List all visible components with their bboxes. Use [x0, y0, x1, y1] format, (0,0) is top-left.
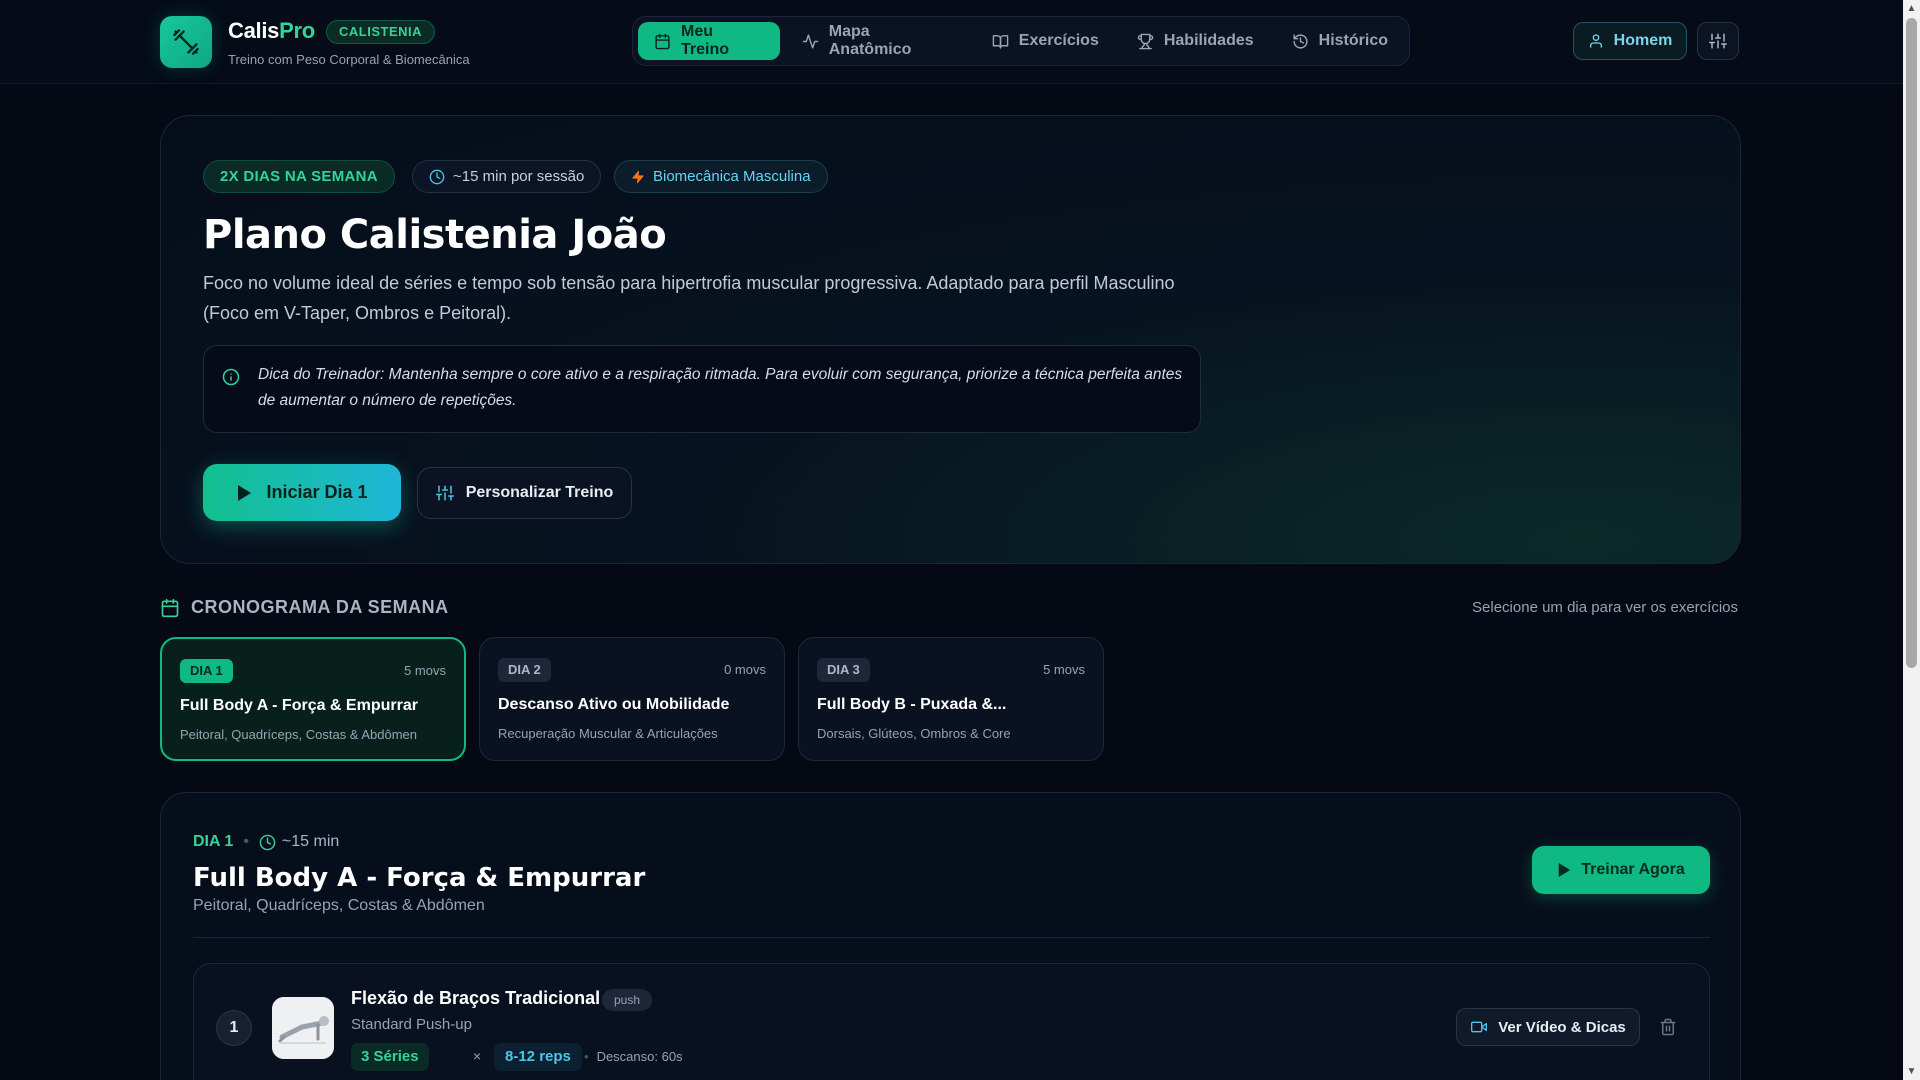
separator-dot: •: [584, 1049, 589, 1064]
separator-dot: •: [243, 833, 249, 850]
calendar-icon: [161, 598, 179, 618]
exercise-english-name: Standard Push-up: [351, 1016, 472, 1033]
day-card-3[interactable]: DIA 3 5 movs Full Body B - Puxada &... D…: [798, 637, 1104, 761]
nav-label: Meu Treino: [681, 23, 730, 58]
nav-habilidades[interactable]: Habilidades: [1121, 22, 1270, 60]
day-tag: DIA 1: [180, 659, 233, 683]
push-up-illustration: [272, 997, 334, 1059]
nav-exercicios[interactable]: Exercícios: [976, 22, 1115, 60]
customize-plan-button[interactable]: Personalizar Treino: [417, 467, 632, 519]
day-card-2[interactable]: DIA 2 0 movs Descanso Ativo ou Mobilidad…: [479, 637, 785, 761]
scroll-down-arrow[interactable]: ▼: [1903, 1063, 1920, 1080]
schedule-title: CRONOGRAMA DA SEMANA: [191, 597, 449, 617]
brand-subtitle: Treino com Peso Corporal & Biomecânica: [228, 52, 470, 67]
divider: [193, 937, 1710, 938]
sliders-icon: [1709, 33, 1727, 49]
day-name: Full Body B - Puxada &...: [817, 696, 1007, 713]
nav-label: Mapa Anatômico: [828, 23, 912, 58]
trash-icon: [1660, 1018, 1676, 1036]
history-icon: [1293, 33, 1308, 49]
clock-icon: [429, 169, 445, 184]
exercise-category-tag: push: [602, 989, 653, 1011]
scroll-up-arrow[interactable]: ▲: [1903, 0, 1920, 17]
nav-label: Habilidades: [1163, 32, 1254, 49]
session-time-chip: ~15 min por sessão: [412, 160, 602, 193]
train-now-button[interactable]: Treinar Agora: [1532, 846, 1710, 894]
scroll-thumb[interactable]: [1906, 18, 1917, 668]
nav-label: Histórico: [1318, 32, 1388, 49]
activity-icon: [802, 33, 819, 49]
coach-tip: Dica do Treinador: Mantenha sempre o cor…: [203, 345, 1201, 433]
info-icon: [222, 368, 240, 386]
view-video-button[interactable]: Ver Vídeo & Dicas: [1456, 1008, 1640, 1046]
exercise-item[interactable]: 1 Flexão de Braços Tradicional push Stan…: [193, 963, 1710, 1080]
day-detail-card: DIA 1 • ~15 min Full Body A - Força & Em…: [160, 792, 1741, 1080]
app-header: CalisPro CALISTENIA Treino com Peso Corp…: [0, 0, 1903, 84]
biomechanics-chip: Biomecânica Masculina: [614, 160, 828, 193]
day-meta: DIA 1 • ~15 min: [193, 833, 339, 851]
sliders-icon: [435, 485, 454, 501]
brand-name: CalisPro: [228, 18, 315, 43]
day-card-1[interactable]: DIA 1 5 movs Full Body A - Força & Empur…: [160, 637, 466, 761]
times-symbol: ×: [473, 1048, 482, 1064]
nav-mapa-anatomico[interactable]: Mapa Anatômico: [786, 22, 970, 60]
day-muscles: Peitoral, Quadríceps, Costas & Abdômen: [193, 897, 485, 914]
day-muscles: Dorsais, Glúteos, Ombros & Core: [817, 726, 1011, 741]
schedule-hint: Selecione um dia para ver os exercícios: [1472, 599, 1738, 616]
calendar-icon: [655, 33, 670, 49]
logo[interactable]: [160, 16, 212, 68]
video-icon: [1471, 1021, 1488, 1033]
start-day-button[interactable]: Iniciar Dia 1: [203, 464, 401, 521]
day-moves-count: 5 movs: [404, 663, 446, 678]
day-title: Full Body A - Força & Empurrar: [193, 863, 646, 893]
settings-button[interactable]: [1697, 22, 1739, 60]
day-muscles: Recuperação Muscular & Articulações: [498, 726, 718, 741]
day-tag: DIA 2: [498, 658, 551, 682]
day-duration: ~15 min: [259, 833, 339, 851]
day-name: Full Body A - Força & Empurrar: [180, 697, 418, 714]
play-icon: [1559, 863, 1571, 877]
book-icon: [992, 34, 1009, 49]
day-moves-count: 5 movs: [1043, 662, 1085, 677]
nav-label: Exercícios: [1018, 32, 1099, 49]
user-icon: [1589, 34, 1602, 48]
exercise-reps: 8-12 reps: [494, 1043, 582, 1071]
trophy-icon: [1137, 33, 1154, 49]
coach-tip-text: Dica do Treinador: Mantenha sempre o cor…: [258, 366, 1183, 409]
brand-badge: CALISTENIA: [326, 20, 435, 44]
exercise-thumbnail[interactable]: [272, 997, 334, 1059]
main-nav: Meu Treino Mapa Anatômico Exercícios Hab…: [632, 16, 1410, 66]
plan-title: Plano Calistenia João: [203, 212, 667, 258]
exercise-name: Flexão de Braços Tradicional: [351, 988, 601, 1008]
day-moves-count: 0 movs: [724, 662, 766, 677]
nav-historico[interactable]: Histórico: [1276, 22, 1404, 60]
days-per-week-chip: 2X DIAS NA SEMANA: [203, 160, 395, 193]
dumbbell-icon: [173, 29, 199, 55]
day-tag: DIA 3: [817, 658, 870, 682]
day-label: DIA 1: [193, 833, 234, 850]
delete-exercise-button[interactable]: [1656, 1014, 1680, 1040]
plan-hero-card: 2X DIAS NA SEMANA ~15 min por sessão Bio…: [160, 115, 1741, 564]
exercise-sets: 3 Séries: [351, 1043, 429, 1071]
nav-meu-treino[interactable]: Meu Treino: [638, 22, 780, 60]
clock-icon: [259, 834, 276, 850]
exercise-number: 1: [216, 1010, 252, 1046]
day-name: Descanso Ativo ou Mobilidade: [498, 696, 730, 713]
zap-icon: [632, 170, 644, 183]
exercise-rest: • Descanso: 60s: [584, 1049, 683, 1064]
gender-button[interactable]: Homem: [1573, 22, 1687, 60]
play-icon: [238, 484, 252, 501]
page-scrollbar[interactable]: ▲ ▼: [1903, 0, 1920, 1080]
plan-description: Foco no volume ideal de séries e tempo s…: [203, 273, 1175, 323]
day-muscles: Peitoral, Quadríceps, Costas & Abdômen: [180, 727, 418, 742]
gender-label: Homem: [1613, 32, 1673, 49]
